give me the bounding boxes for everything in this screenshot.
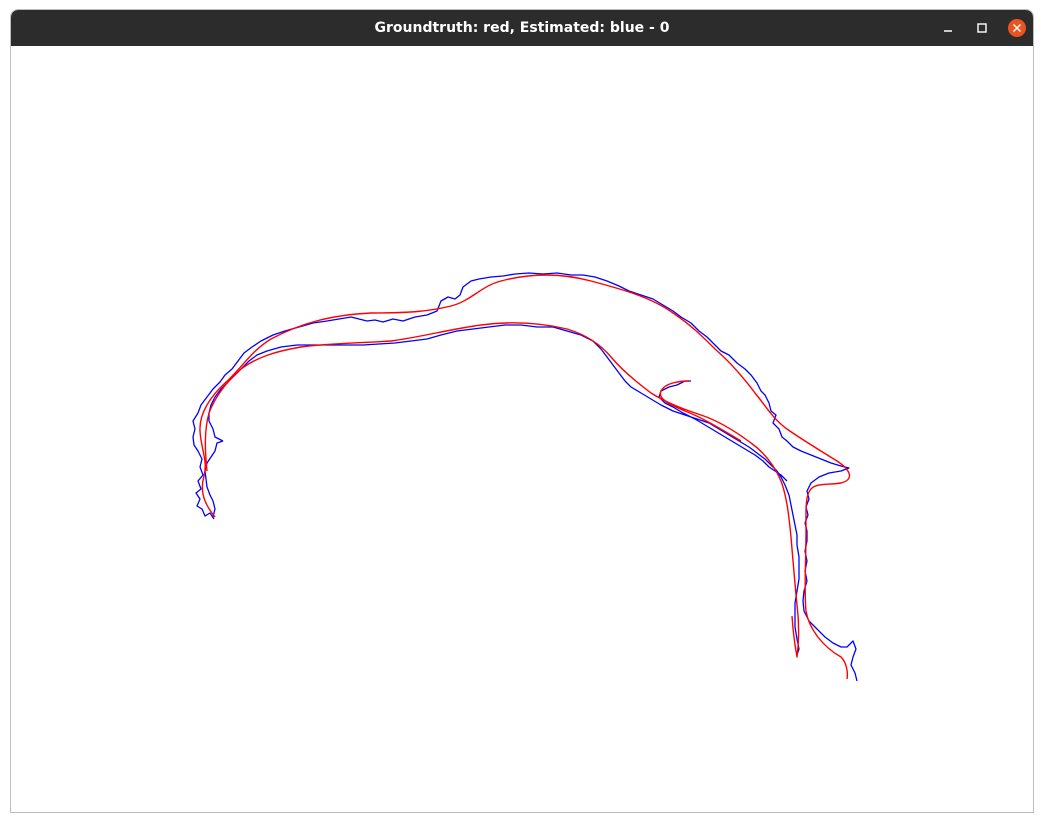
- trajectory-plot: [192, 272, 858, 682]
- groundtruth-trajectory-inner: [204, 322, 800, 658]
- estimated-trajectory-inner: [204, 324, 800, 656]
- minimize-icon: [944, 30, 952, 32]
- close-icon: [1012, 23, 1022, 33]
- minimize-button[interactable]: [939, 19, 957, 37]
- maximize-button[interactable]: [973, 19, 991, 37]
- estimated-trajectory: [192, 272, 858, 682]
- trajectory-canvas: [11, 46, 1033, 812]
- app-window: Groundtruth: red, Estimated: blue - 0: [10, 9, 1034, 813]
- groundtruth-trajectory: [199, 274, 851, 680]
- window-title: Groundtruth: red, Estimated: blue - 0: [374, 20, 670, 36]
- close-button[interactable]: [1008, 19, 1026, 37]
- maximize-icon: [977, 23, 987, 33]
- title-bar[interactable]: Groundtruth: red, Estimated: blue - 0: [11, 10, 1033, 46]
